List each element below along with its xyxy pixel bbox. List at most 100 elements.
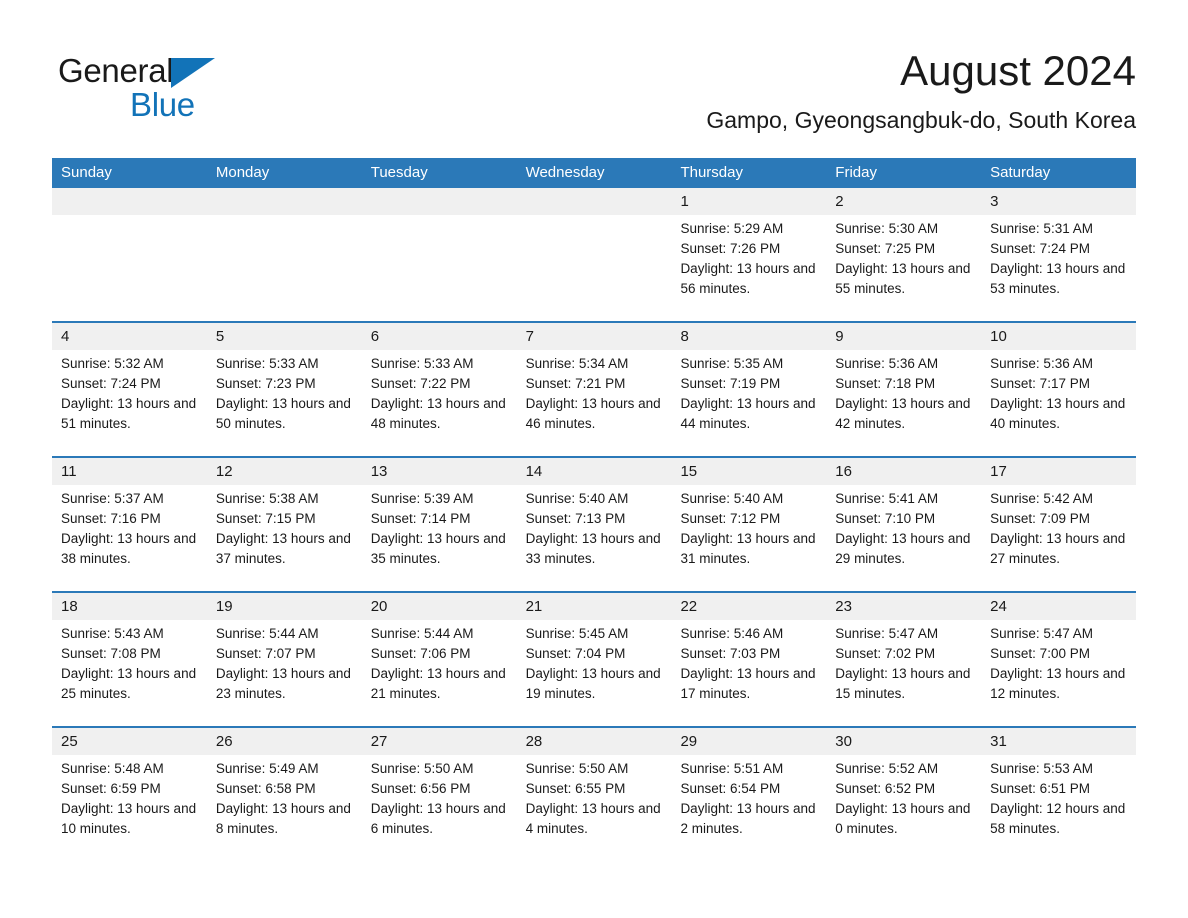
day-number	[361, 188, 517, 215]
day-number: 6	[361, 323, 517, 350]
daylight-text: Daylight: 13 hours and 55 minutes.	[835, 261, 971, 296]
daylight-text: Daylight: 13 hours and 50 minutes.	[215, 396, 351, 431]
sunset-text: Sunset: 7:22 PM	[370, 376, 471, 391]
day-cell[interactable]: 13 Sunrise: 5:39 AM Sunset: 7:14 PM Dayligh…	[361, 458, 517, 591]
sunrise-text: Sunrise: 5:47 AM	[835, 626, 939, 641]
day-cell[interactable]: 17 Sunrise: 5:42 AM Sunset: 7:09 PM Dayligh…	[981, 458, 1137, 591]
daylight-text: Daylight: 13 hours and 42 minutes.	[835, 396, 971, 431]
day-details: Sunrise: 5:40 AM Sunset: 7:13 PM Daylight:…	[517, 485, 672, 569]
daylight-text: Daylight: 13 hours and 19 minutes.	[525, 666, 661, 701]
daylight-text: Daylight: 13 hours and 4 minutes.	[525, 801, 661, 836]
day-cell[interactable]: 20 Sunrise: 5:44 AM Sunset: 7:06 PM Dayligh…	[361, 593, 517, 726]
day-details: Sunrise: 5:35 AM Sunset: 7:19 PM Daylight:…	[671, 350, 826, 434]
day-cell[interactable]: 30 Sunrise: 5:52 AM Sunset: 6:52 PM Dayligh…	[826, 728, 982, 861]
day-cell[interactable]: 15 Sunrise: 5:40 AM Sunset: 7:12 PM Dayligh…	[671, 458, 827, 591]
day-cell[interactable]: 4 Sunrise: 5:32 AM Sunset: 7:24 PM Daylight…	[52, 323, 207, 456]
day-cell[interactable]: 26 Sunrise: 5:49 AM Sunset: 6:58 PM Dayligh…	[206, 728, 362, 861]
day-cell[interactable]: 23 Sunrise: 5:47 AM Sunset: 7:02 PM Dayligh…	[826, 593, 982, 726]
day-cell[interactable]: 16 Sunrise: 5:41 AM Sunset: 7:10 PM Dayligh…	[826, 458, 982, 591]
weekday-header-friday: Friday	[835, 164, 877, 181]
day-cell[interactable]: 2 Sunrise: 5:30 AM Sunset: 7:25 PM Daylight…	[826, 188, 982, 321]
day-cell[interactable]: 29 Sunrise: 5:51 AM Sunset: 6:54 PM Dayligh…	[671, 728, 827, 861]
daylight-text: Daylight: 13 hours and 25 minutes.	[61, 666, 197, 701]
day-number: 8	[671, 323, 827, 350]
day-details: Sunrise: 5:36 AM Sunset: 7:18 PM Daylight:…	[826, 350, 981, 434]
day-number: 17	[981, 458, 1137, 485]
day-cell[interactable]: 14 Sunrise: 5:40 AM Sunset: 7:13 PM Dayligh…	[516, 458, 672, 591]
day-cell-empty	[52, 188, 207, 321]
day-cell[interactable]: 22 Sunrise: 5:46 AM Sunset: 7:03 PM Dayligh…	[671, 593, 827, 726]
daylight-text: Daylight: 13 hours and 38 minutes.	[61, 531, 197, 566]
day-number	[206, 188, 362, 215]
day-cell[interactable]: 11 Sunrise: 5:37 AM Sunset: 7:16 PM Dayligh…	[52, 458, 207, 591]
calendar-table: Sunday Monday Tuesday Wednesday Thursday Frid…	[52, 158, 1137, 861]
day-number: 3	[981, 188, 1137, 215]
page-header: General Blue August 2024 Gampo, Gyeongsa…	[52, 44, 1136, 148]
daylight-text: Daylight: 13 hours and 37 minutes.	[215, 531, 351, 566]
day-cell[interactable]: 21 Sunrise: 5:45 AM Sunset: 7:04 PM Dayligh…	[516, 593, 672, 726]
daylight-text: Daylight: 13 hours and 15 minutes.	[835, 666, 971, 701]
daylight-text: Daylight: 13 hours and 33 minutes.	[525, 531, 661, 566]
sunset-text: Sunset: 7:08 PM	[61, 646, 161, 661]
day-number: 22	[671, 593, 827, 620]
day-cell[interactable]: 19 Sunrise: 5:44 AM Sunset: 7:07 PM Dayligh…	[206, 593, 362, 726]
day-cell[interactable]: 1 Sunrise: 5:29 AM Sunset: 7:26 PM Daylight…	[671, 188, 827, 321]
day-number: 30	[826, 728, 982, 755]
sunset-text: Sunset: 7:03 PM	[680, 646, 781, 661]
day-cell[interactable]: 9 Sunrise: 5:36 AM Sunset: 7:18 PM Daylight…	[826, 323, 982, 456]
day-details: Sunrise: 5:40 AM Sunset: 7:12 PM Daylight:…	[671, 485, 826, 569]
sunset-text: Sunset: 7:24 PM	[990, 241, 1090, 256]
day-details: Sunrise: 5:37 AM Sunset: 7:16 PM Daylight:…	[52, 485, 207, 569]
sunrise-text: Sunrise: 5:49 AM	[215, 761, 319, 776]
day-cell[interactable]: 24 Sunrise: 5:47 AM Sunset: 7:00 PM Dayligh…	[981, 593, 1137, 726]
day-cell[interactable]: 18 Sunrise: 5:43 AM Sunset: 7:08 PM Dayligh…	[52, 593, 207, 726]
day-cell[interactable]: 12 Sunrise: 5:38 AM Sunset: 7:15 PM Dayligh…	[206, 458, 362, 591]
calendar-weeks: 1 Sunrise: 5:29 AM Sunset: 7:26 PM Daylight…	[52, 188, 1137, 861]
sunset-text: Sunset: 7:24 PM	[61, 376, 161, 391]
sunrise-text: Sunrise: 5:45 AM	[525, 626, 629, 641]
day-cell[interactable]: 3 Sunrise: 5:31 AM Sunset: 7:24 PM Daylight…	[981, 188, 1137, 321]
calendar-week-row: 11 Sunrise: 5:37 AM Sunset: 7:16 PM Dayligh…	[52, 456, 1137, 591]
day-number: 10	[981, 323, 1137, 350]
day-cell[interactable]: 7 Sunrise: 5:34 AM Sunset: 7:21 PM Daylight…	[516, 323, 672, 456]
day-details: Sunrise: 5:47 AM Sunset: 7:00 PM Daylight:…	[981, 620, 1136, 704]
day-cell[interactable]: 6 Sunrise: 5:33 AM Sunset: 7:22 PM Daylight…	[361, 323, 517, 456]
sunset-text: Sunset: 7:14 PM	[370, 511, 471, 526]
sunrise-text: Sunrise: 5:47 AM	[990, 626, 1093, 641]
title-block: August 2024 Gampo, Gyeongsangbuk-do, Sou…	[706, 44, 1136, 134]
sunrise-text: Sunrise: 5:43 AM	[61, 626, 164, 641]
daylight-text: Daylight: 13 hours and 31 minutes.	[680, 531, 816, 566]
sunset-text: Sunset: 6:51 PM	[990, 781, 1090, 796]
sunset-text: Sunset: 7:18 PM	[835, 376, 936, 391]
day-details: Sunrise: 5:33 AM Sunset: 7:23 PM Daylight:…	[207, 350, 362, 434]
day-number: 24	[981, 593, 1137, 620]
calendar-week-row: 18 Sunrise: 5:43 AM Sunset: 7:08 PM Dayligh…	[52, 591, 1137, 726]
day-cell[interactable]: 31 Sunrise: 5:53 AM Sunset: 6:51 PM Dayligh…	[981, 728, 1137, 861]
weekday-header-wednesday: Wednesday	[525, 164, 605, 181]
day-number: 25	[52, 728, 207, 755]
sunrise-text: Sunrise: 5:48 AM	[61, 761, 164, 776]
day-details: Sunrise: 5:39 AM Sunset: 7:14 PM Daylight:…	[362, 485, 517, 569]
daylight-text: Daylight: 13 hours and 29 minutes.	[835, 531, 971, 566]
day-cell[interactable]: 8 Sunrise: 5:35 AM Sunset: 7:19 PM Daylight…	[671, 323, 827, 456]
daylight-text: Daylight: 13 hours and 56 minutes.	[680, 261, 816, 296]
day-cell[interactable]: 25 Sunrise: 5:48 AM Sunset: 6:59 PM Dayligh…	[52, 728, 207, 861]
sunrise-text: Sunrise: 5:50 AM	[525, 761, 629, 776]
sunset-text: Sunset: 7:19 PM	[680, 376, 781, 391]
daylight-text: Daylight: 13 hours and 40 minutes.	[990, 396, 1126, 431]
day-number: 20	[361, 593, 517, 620]
location-subtitle: Gampo, Gyeongsangbuk-do, South Korea	[706, 107, 1136, 133]
day-cell[interactable]: 28 Sunrise: 5:50 AM Sunset: 6:55 PM Dayligh…	[516, 728, 672, 861]
day-details: Sunrise: 5:50 AM Sunset: 6:55 PM Daylight:…	[517, 755, 672, 839]
sunrise-text: Sunrise: 5:33 AM	[215, 356, 319, 371]
day-cell[interactable]: 10 Sunrise: 5:36 AM Sunset: 7:17 PM Dayligh…	[981, 323, 1137, 456]
sunset-text: Sunset: 7:15 PM	[215, 511, 316, 526]
day-cell[interactable]: 5 Sunrise: 5:33 AM Sunset: 7:23 PM Daylight…	[206, 323, 362, 456]
weekday-header-tuesday: Tuesday	[370, 164, 428, 181]
sunset-text: Sunset: 7:17 PM	[990, 376, 1090, 391]
calendar-week-row: 25 Sunrise: 5:48 AM Sunset: 6:59 PM Dayligh…	[52, 726, 1137, 861]
sunrise-text: Sunrise: 5:39 AM	[370, 491, 474, 506]
sunset-text: Sunset: 7:26 PM	[680, 241, 781, 256]
day-cell[interactable]: 27 Sunrise: 5:50 AM Sunset: 6:56 PM Dayligh…	[361, 728, 517, 861]
day-details: Sunrise: 5:32 AM Sunset: 7:24 PM Daylight:…	[52, 350, 207, 434]
